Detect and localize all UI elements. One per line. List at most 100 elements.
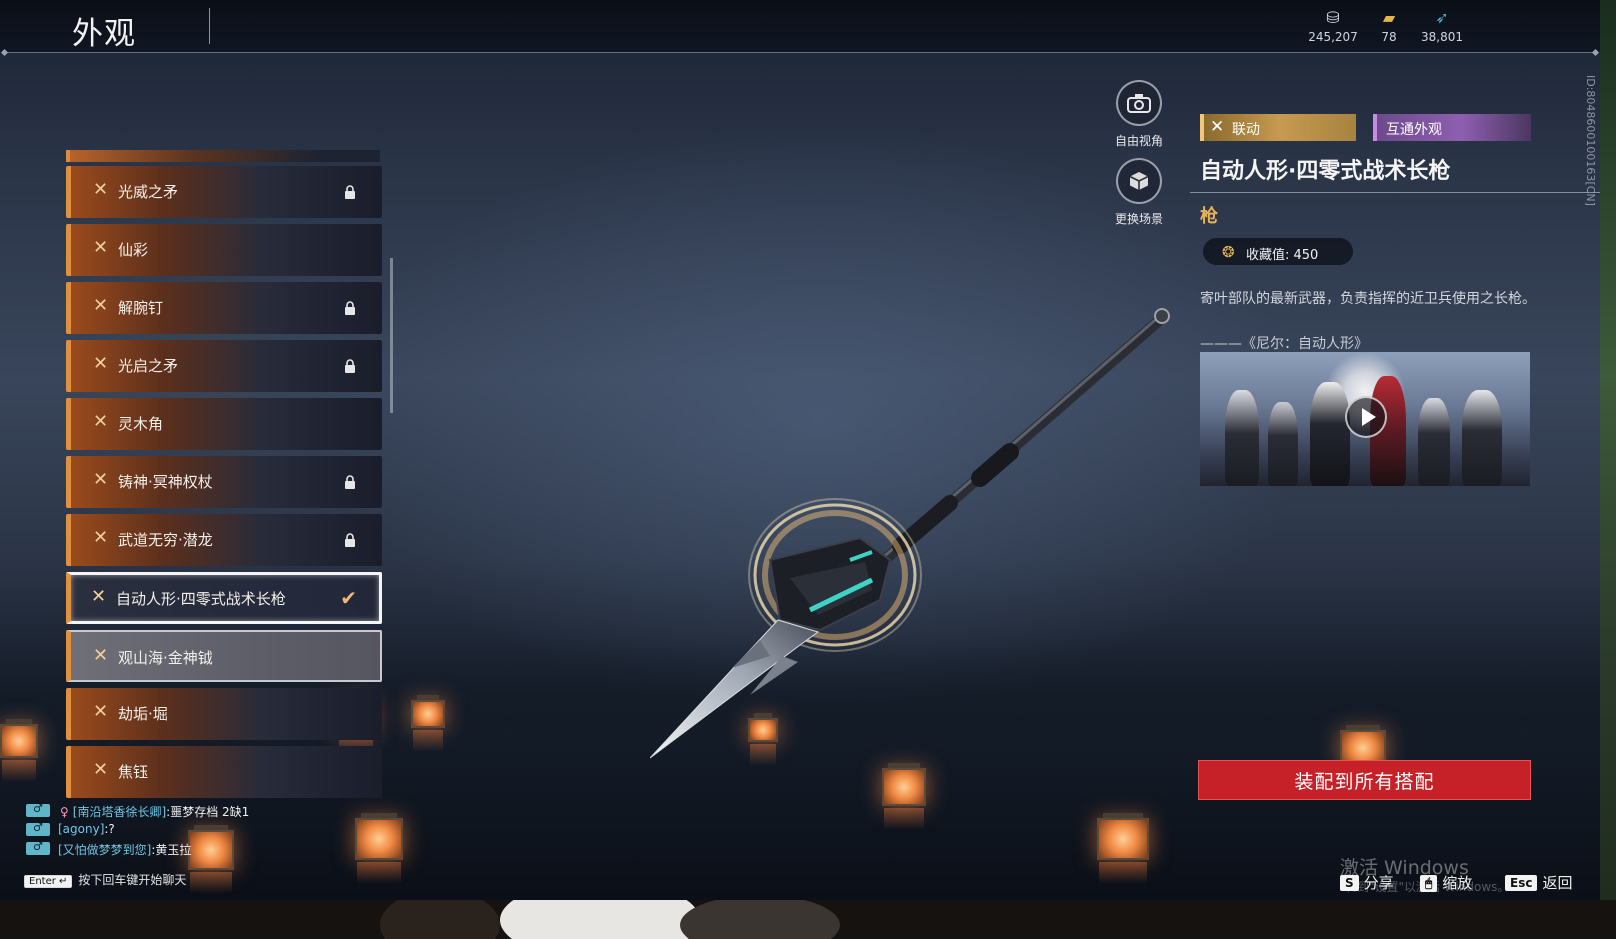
title-divider [1190,192,1600,193]
skin-list-item-label: 武道无穷·潜龙 [118,531,213,549]
change-scene-button[interactable]: 更换场景 [1111,158,1167,227]
skin-list-item[interactable]: ✕ 焦钰 [66,746,382,798]
play-icon[interactable] [1345,396,1387,438]
skin-list-item-label: 自动人形·四零式战术长枪 [116,590,286,608]
equip-all-button[interactable]: 装配到所有搭配 [1198,760,1531,800]
item-description: 寄叶部队的最新武器，负责指挥的近卫兵使用之长枪。 [1200,291,1536,307]
skin-list-item[interactable]: ✕ 劫垢·堀 [66,688,382,740]
chat-enter-hint[interactable]: Enter ↵ 按下回车键开始聊天 [24,871,186,888]
share-hint-label: 分享 [1363,874,1394,892]
list-scrollbar[interactable] [390,258,393,413]
skin-list-item-label: 铸神·冥神权杖 [118,473,213,491]
desktop-background-edge [1600,0,1616,939]
chat-enter-label: 按下回车键开始聊天 [78,873,187,887]
skin-list-item[interactable]: ✕ 光威之矛 [66,166,382,218]
chat-sender[interactable]: [又怕做梦梦到您]:黄玉拉 [58,841,191,858]
collab-x-icon: ✕ [93,759,109,780]
lock-icon [344,184,356,199]
desktop-background-strip [0,900,1616,939]
character-figure [1268,402,1298,486]
female-icon: ♀ [60,805,69,819]
collab-x-icon: ✕ [93,645,109,666]
chat-sender[interactable]: ♀ [南沿塔香徐长卿]:噩梦存档 2缺1 [60,803,249,820]
back-hint[interactable]: Esc 返回 [1505,872,1572,893]
feather-icon: ➶ [1435,8,1449,27]
collab-x-icon: ✕ [93,411,109,432]
chat-channel-badge [26,821,50,836]
chat-message: :黄玉拉 [151,843,192,857]
collection-icon: ❂ [1222,243,1235,261]
lock-icon [344,532,356,547]
skin-list-item-label: 光威之矛 [118,183,179,201]
skin-list-item[interactable]: ✕ 铸神·冥神权杖 [66,456,382,508]
lantern-decoration [1097,813,1149,884]
item-title: 自动人形·四零式战术长枪 [1200,159,1451,184]
top-bar-divider [4,52,1596,53]
checkmark-icon: ✔ [340,586,357,610]
skin-list-item[interactable]: ✕ 仙彩 [66,224,382,276]
change-scene-label: 更换场景 [1114,212,1163,226]
top-bar: 外观 ⛁ 245,207 ▰ 78 ➶ 38,801 [0,0,1600,52]
cube-icon [1116,158,1162,204]
skin-list-item[interactable]: ✕ 自动人形·四零式战术长枪 ✔ [66,572,382,624]
player-id-text: ID:8048600100163[CN] [1584,75,1597,206]
game-viewport: 外观 ⛁ 245,207 ▰ 78 ➶ 38,801 ID:8048600100… [0,0,1600,900]
skin-list-item-label: 观山海·金神钺 [118,649,213,667]
lantern-decoration [411,695,445,752]
s-key-icon: S [1340,875,1359,891]
character-figure [1225,390,1259,486]
shared-tag-label: 互通外观 [1386,122,1442,138]
collab-tag-label: 联动 [1232,122,1260,138]
chat-message: :噩梦存档 2缺1 [166,805,250,819]
collab-x-icon: ✕ [93,295,109,316]
collab-x-icon: ✕ [93,179,109,200]
skin-list-item[interactable]: ✕ 观山海·金神钺 [66,630,382,682]
chat-panel[interactable]: ♀[南沿塔香徐长卿]:噩梦存档 2缺1 [agony]:? [又怕做梦梦到您]:… [24,802,384,893]
collab-tag: ✕ 联动 [1200,114,1356,141]
share-hint[interactable]: S 分享 [1340,872,1394,893]
background-photo-detail [380,900,500,939]
free-view-button[interactable]: 自由视角 [1111,80,1167,149]
zoom-hint[interactable]: 🖱 缩放 [1420,872,1472,893]
collab-x-icon: ✕ [93,237,109,258]
chat-sender[interactable]: [agony]:? [58,822,115,836]
chat-message: :? [104,822,115,836]
character-figure [1310,382,1350,486]
spear-weapon-model[interactable] [650,300,1190,780]
chat-sender-name: [agony] [58,822,105,836]
back-hint-label: 返回 [1542,874,1573,892]
lock-icon [344,358,356,373]
enter-key: Enter ↵ [24,875,73,888]
currency-feathers-value: 38,801 [1421,30,1463,44]
collab-video-thumbnail[interactable] [1200,352,1530,486]
character-figure [1462,390,1502,486]
background-photo-detail [680,900,840,939]
skin-list-item-label: 解腕钉 [118,299,164,317]
skin-list-item[interactable]: ✕ 灵木角 [66,398,382,450]
skin-list-item[interactable]: ✕ 解腕钉 [66,282,382,334]
collection-value-pill: ❂ 收藏值: 450 [1203,238,1353,265]
item-type: 枪 [1200,206,1218,227]
skin-list-item-label: 劫垢·堀 [118,705,168,723]
zoom-hint-label: 缩放 [1442,874,1473,892]
title-divider [209,8,210,44]
free-view-label: 自由视角 [1114,134,1163,148]
collab-x-icon: ✕ [93,469,109,490]
skin-list-item[interactable]: ✕ 光启之矛 [66,340,382,392]
skin-list[interactable]: ✕ 光威之矛 ✕ 仙彩 ✕ 解腕钉 ✕ 光启之矛 ✕ 灵木角 ✕ 铸神·冥神权杖 ✕ 武道无穷·潜龙 ✕ 自动… [66,150,382,800]
currency-feathers[interactable]: ➶ 38,801 [1407,8,1477,45]
skin-list-item-label: 仙彩 [118,241,149,259]
lock-icon [344,474,356,489]
skin-list-item[interactable]: ✕ 武道无穷·潜龙 [66,514,382,566]
character-figure [1418,398,1450,486]
mouse-icon: 🖱 [1420,875,1438,892]
collab-x-icon: ✕ [91,586,107,607]
collab-x-icon: ✕ [93,527,109,548]
skin-list-item-label: 焦钰 [118,763,149,781]
chat-sender-name: [南沿塔香徐长卿] [72,805,167,819]
collab-x-icon: ✕ [1210,117,1225,137]
esc-key-icon: Esc [1505,875,1538,891]
chat-channel-badge [26,840,50,855]
collab-x-icon: ✕ [93,701,109,722]
page-title: 外观 [72,16,136,52]
